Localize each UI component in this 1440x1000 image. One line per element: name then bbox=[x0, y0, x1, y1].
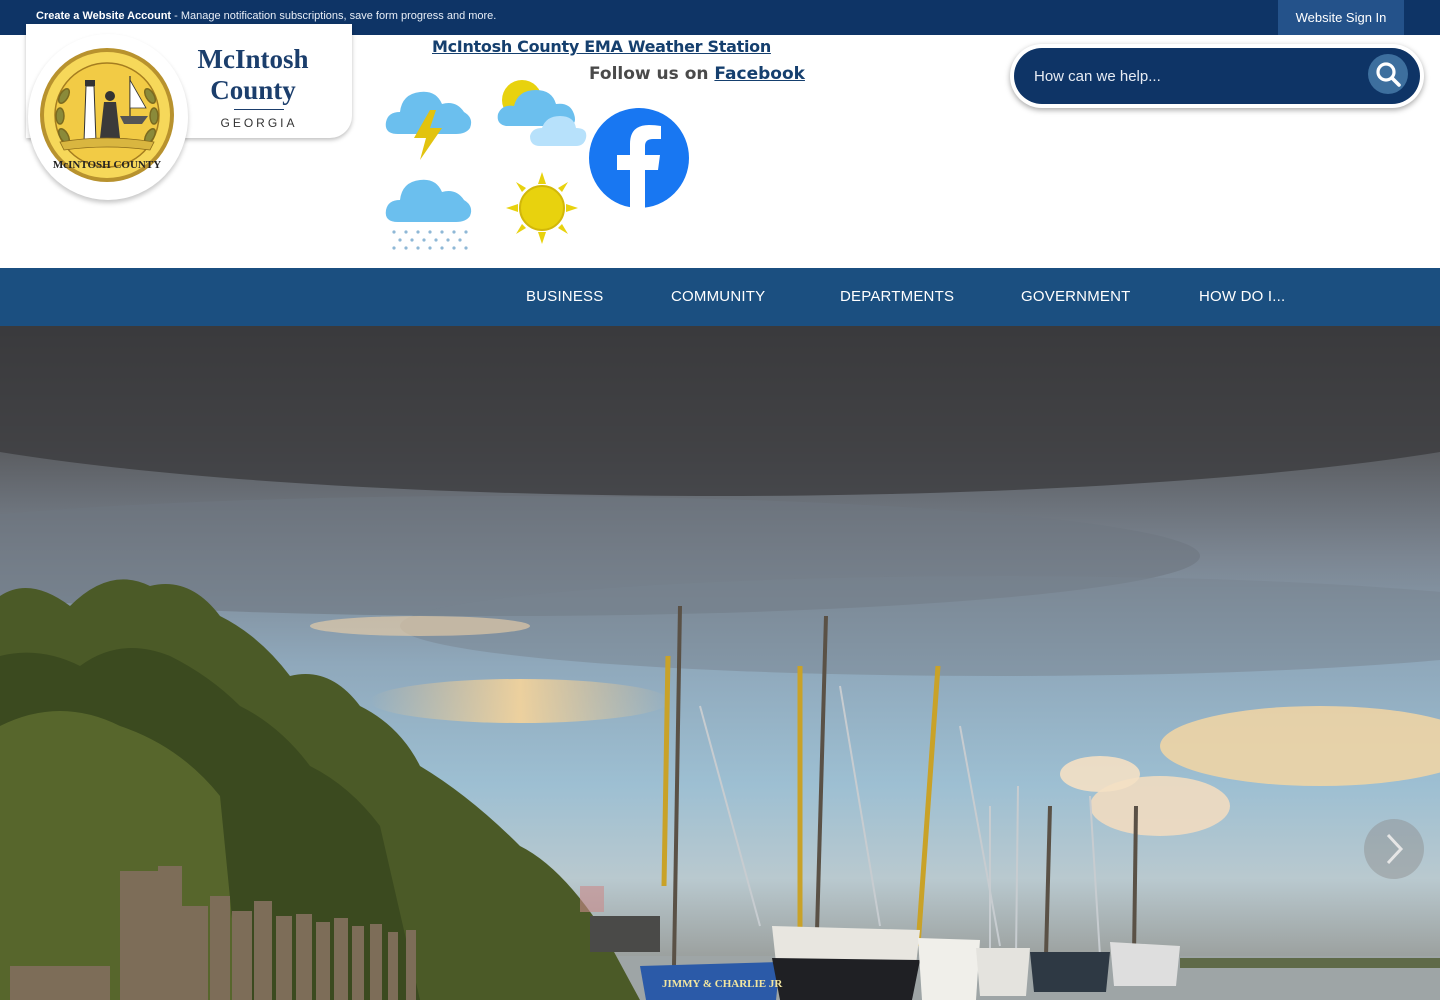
nav-item-how-do-i[interactable]: HOW DO I... bbox=[1199, 288, 1285, 305]
partly-cloudy-icon[interactable] bbox=[496, 78, 588, 150]
account-promo: Create a Website Account - Manage notifi… bbox=[36, 10, 496, 22]
follow-prefix: Follow us on bbox=[589, 64, 715, 84]
nav-item-departments[interactable]: DEPARTMENTS bbox=[840, 288, 954, 305]
site-title-line2: County bbox=[210, 75, 296, 105]
county-seal-logo[interactable]: McINTOSH COUNTY bbox=[38, 46, 176, 184]
title-divider bbox=[234, 109, 284, 110]
site-search-input[interactable] bbox=[1014, 48, 1420, 104]
facebook-icon[interactable] bbox=[589, 108, 689, 208]
snow-icon[interactable] bbox=[384, 176, 474, 254]
ema-weather-station-link[interactable]: McIntosh County EMA Weather Station bbox=[432, 37, 771, 56]
search-button[interactable] bbox=[1368, 54, 1408, 94]
create-account-description: - Manage notification subscriptions, sav… bbox=[171, 10, 497, 22]
hero-slideshow: JIMMY & CHARLIE JR bbox=[0, 326, 1440, 1000]
boat-name-label: JIMMY & CHARLIE JR bbox=[662, 978, 783, 990]
site-title-line1: McIntosh bbox=[197, 44, 309, 74]
site-state-label: GEORGIA bbox=[220, 116, 298, 130]
facebook-text-link[interactable]: Facebook bbox=[714, 64, 805, 84]
thunderstorm-icon[interactable] bbox=[384, 84, 474, 162]
chevron-right-icon bbox=[1386, 833, 1404, 865]
create-account-link[interactable]: Create a Website Account bbox=[36, 10, 171, 22]
nav-item-government[interactable]: GOVERNMENT bbox=[1021, 288, 1131, 305]
main-navigation: BUSINESS COMMUNITY DEPARTMENTS GOVERNMEN… bbox=[0, 268, 1440, 326]
follow-us-text: Follow us on Facebook bbox=[589, 64, 805, 84]
slideshow-next-button[interactable] bbox=[1364, 819, 1424, 879]
search-icon bbox=[1376, 62, 1401, 87]
hero-image-shrimp-boats: JIMMY & CHARLIE JR bbox=[0, 326, 1440, 1000]
seal-text: McINTOSH COUNTY bbox=[53, 159, 161, 171]
nav-item-business[interactable]: BUSINESS bbox=[526, 288, 603, 305]
nav-item-community[interactable]: COMMUNITY bbox=[671, 288, 765, 305]
sun-icon[interactable] bbox=[506, 172, 578, 244]
search-container bbox=[1010, 44, 1424, 108]
site-title[interactable]: McIntosh County bbox=[176, 44, 330, 106]
website-sign-in-button[interactable]: Website Sign In bbox=[1278, 0, 1404, 35]
